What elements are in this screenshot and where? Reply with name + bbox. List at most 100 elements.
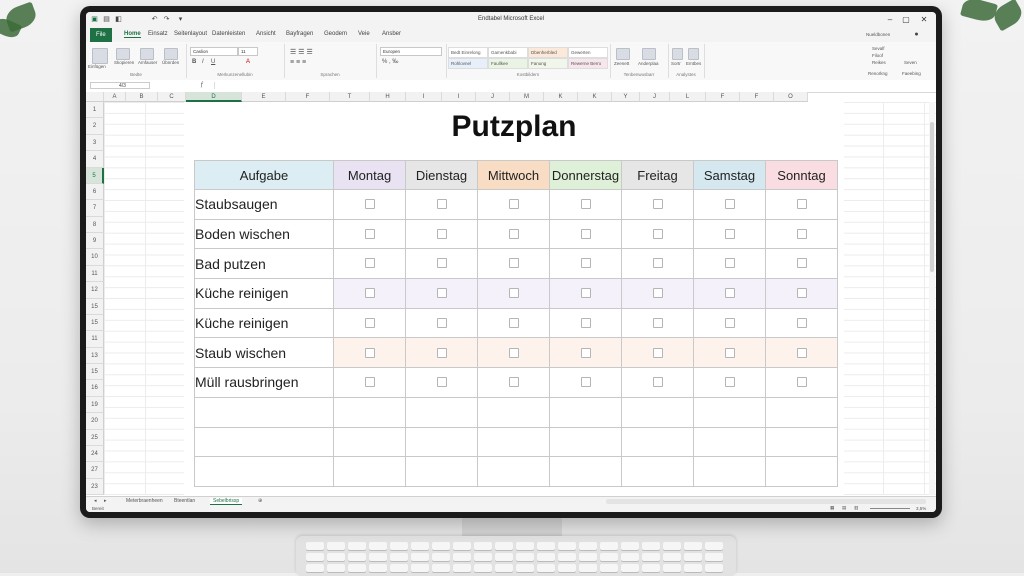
day-cell[interactable] — [477, 367, 550, 398]
checkbox-icon[interactable] — [796, 288, 807, 299]
clipboard-item[interactable]: Übnrden — [162, 60, 179, 65]
day-cell[interactable] — [477, 278, 550, 309]
day-cell[interactable] — [549, 426, 622, 458]
day-cell[interactable] — [549, 396, 622, 428]
day-header[interactable]: Mittwoch — [477, 160, 550, 190]
column-header[interactable]: K — [544, 92, 578, 102]
checkbox-icon[interactable] — [796, 317, 807, 328]
checkbox-icon[interactable] — [724, 258, 735, 269]
day-cell[interactable] — [405, 367, 478, 398]
row-header[interactable]: 25 — [86, 429, 104, 446]
font-name-select[interactable]: Caslion — [190, 47, 238, 56]
checkbox-icon[interactable] — [364, 288, 375, 299]
style-item[interactable]: Fanung — [528, 58, 568, 69]
checkbox-icon[interactable] — [652, 288, 663, 299]
row-header[interactable]: 15 — [86, 298, 104, 315]
day-cell[interactable] — [405, 456, 478, 487]
day-cell[interactable] — [405, 337, 478, 369]
scrollbar-thumb[interactable] — [930, 122, 934, 272]
day-cell[interactable] — [477, 248, 550, 280]
day-cell[interactable] — [333, 248, 406, 280]
row-header[interactable]: 11 — [86, 265, 104, 283]
clipboard-item[interactable]: Amfauser — [138, 60, 157, 65]
tab-page-layout[interactable]: Seitenlayout — [174, 31, 207, 37]
day-header[interactable]: Donnerstag — [549, 160, 622, 190]
day-cell[interactable] — [549, 278, 622, 309]
font-size-select[interactable]: 11 — [238, 47, 258, 56]
task-cell[interactable]: Müll rausbringen — [194, 367, 334, 398]
day-cell[interactable] — [765, 248, 838, 280]
name-box[interactable]: 4/3 — [90, 82, 150, 89]
day-cell[interactable] — [333, 367, 406, 398]
row-header[interactable]: 27 — [86, 462, 104, 479]
checkbox-icon[interactable] — [580, 288, 591, 299]
account-name[interactable]: Nueldbonen — [866, 32, 890, 37]
checkbox-icon[interactable] — [508, 258, 519, 269]
horizontal-scrollbar[interactable] — [606, 499, 926, 504]
row-header[interactable]: 13 — [86, 347, 104, 364]
day-cell[interactable] — [621, 426, 694, 458]
checkbox-icon[interactable] — [580, 258, 591, 269]
filter-icon[interactable] — [688, 48, 699, 60]
day-cell[interactable] — [621, 248, 694, 280]
day-cell[interactable] — [693, 367, 766, 398]
checkbox-icon[interactable] — [436, 288, 447, 299]
column-header[interactable]: M — [510, 92, 544, 102]
checkbox-icon[interactable] — [364, 199, 375, 210]
tab-insert[interactable]: Einsatz — [148, 31, 168, 37]
row-header[interactable]: 5 — [86, 167, 104, 184]
close-icon[interactable]: ✕ — [918, 14, 930, 26]
column-header[interactable]: H — [370, 92, 406, 102]
column-header[interactable]: O — [774, 92, 808, 102]
tab-file[interactable]: File — [90, 28, 112, 42]
row-header[interactable]: 15 — [86, 364, 104, 381]
row-header[interactable]: 6 — [86, 183, 104, 201]
day-cell[interactable] — [477, 396, 550, 428]
cells-item[interactable]: Zeenett — [614, 61, 629, 66]
task-cell[interactable] — [194, 396, 334, 428]
tab-veie[interactable]: Veie — [358, 31, 370, 37]
day-cell[interactable] — [621, 278, 694, 309]
day-cell[interactable] — [477, 218, 550, 250]
task-cell[interactable]: Staubsaugen — [194, 189, 334, 220]
sort-icon[interactable] — [672, 48, 683, 60]
day-cell[interactable] — [333, 189, 406, 220]
sheet-tab-active[interactable]: Sebelbrissp — [210, 498, 243, 505]
zoom-slider[interactable] — [870, 508, 910, 509]
view-break-icon[interactable]: ▥ — [854, 505, 858, 511]
column-header[interactable]: B — [126, 92, 158, 102]
checkbox-icon[interactable] — [580, 228, 591, 239]
view-normal-icon[interactable]: ▦ — [830, 505, 834, 511]
day-cell[interactable] — [765, 307, 838, 339]
day-header[interactable]: Freitag — [621, 160, 694, 190]
day-cell[interactable] — [693, 218, 766, 250]
column-header[interactable]: J — [640, 92, 670, 102]
day-cell[interactable] — [405, 307, 478, 339]
checkbox-icon[interactable] — [364, 258, 375, 269]
checkbox-icon[interactable] — [796, 258, 807, 269]
row-header[interactable]: 16 — [86, 380, 104, 397]
row-header[interactable]: 23 — [86, 478, 104, 495]
column-header[interactable]: Y — [612, 92, 640, 102]
day-cell[interactable] — [477, 426, 550, 458]
day-cell[interactable] — [621, 396, 694, 428]
checkbox-icon[interactable] — [436, 199, 447, 210]
checkbox-icon[interactable] — [508, 317, 519, 328]
avatar-icon[interactable]: ● — [912, 30, 921, 39]
checkbox-icon[interactable] — [724, 347, 735, 358]
row-header[interactable]: 12 — [86, 282, 104, 299]
column-header[interactable]: F — [706, 92, 740, 102]
checkbox-icon[interactable] — [724, 317, 735, 328]
column-header[interactable]: F — [286, 92, 330, 102]
checkbox-icon[interactable] — [364, 317, 375, 328]
day-cell[interactable] — [549, 307, 622, 339]
day-cell[interactable] — [693, 278, 766, 309]
day-cell[interactable] — [477, 189, 550, 220]
tab-data[interactable]: Datenleisten — [212, 31, 245, 37]
day-cell[interactable] — [693, 396, 766, 428]
day-cell[interactable] — [333, 426, 406, 458]
checkbox-icon[interactable] — [580, 377, 591, 388]
day-cell[interactable] — [405, 189, 478, 220]
zoom-level[interactable]: 3,5% — [916, 506, 926, 511]
fx-icon[interactable]: ƒ — [200, 82, 203, 88]
